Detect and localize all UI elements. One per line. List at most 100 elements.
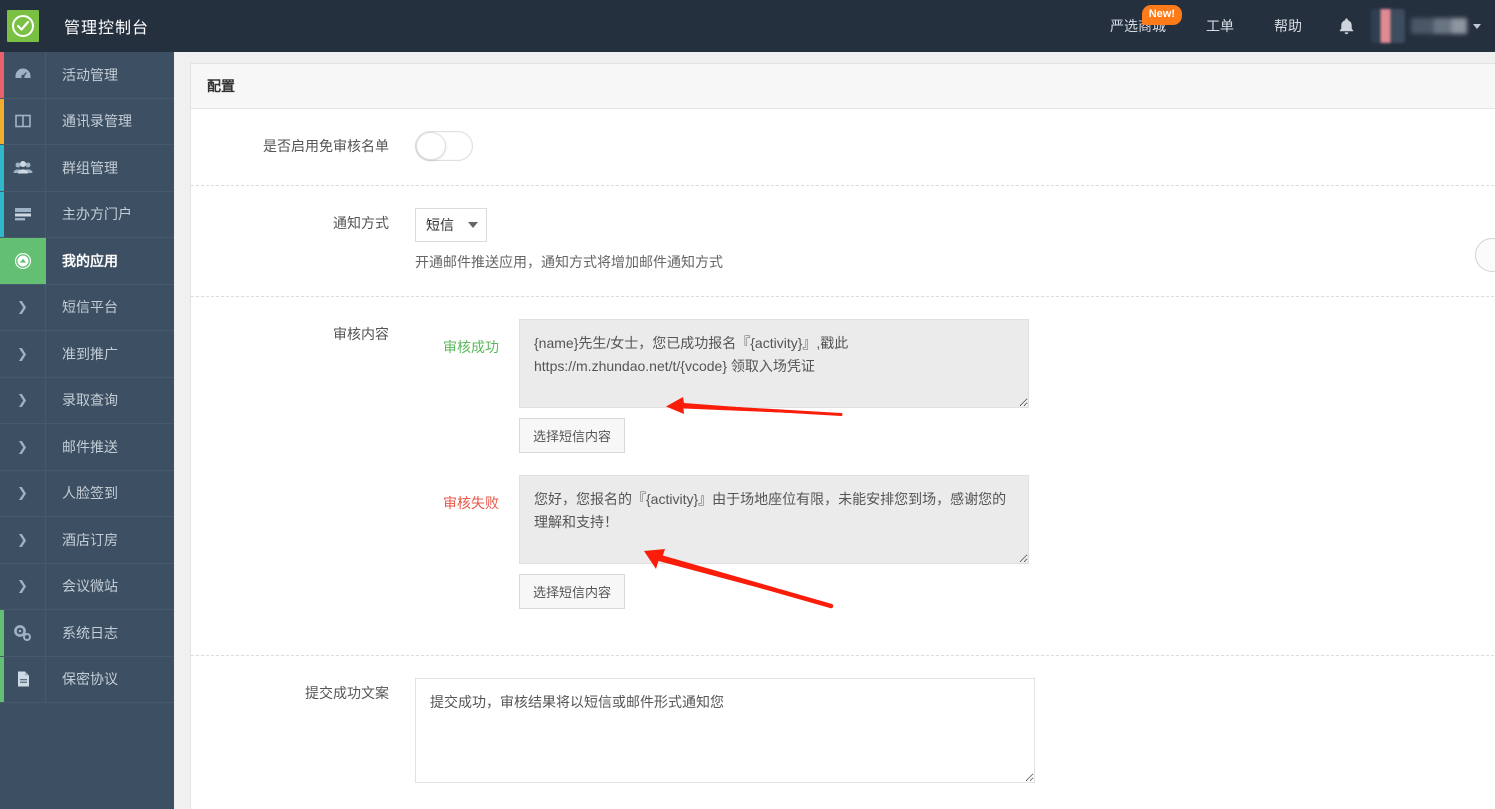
accent-bar <box>0 52 4 98</box>
avatar <box>1371 9 1405 43</box>
notify-method-field: 短信 开通邮件推送应用，通知方式将增加邮件通知方式 <box>415 208 1495 272</box>
accent-bar <box>0 238 4 284</box>
chevron-down-icon <box>468 222 478 228</box>
sidebar-item-organizer-portal[interactable]: 主办方门户 <box>0 191 174 238</box>
sidebar-item-label: 短信平台 <box>62 299 118 316</box>
sidebar-item-label: 录取查询 <box>62 392 118 409</box>
sidebar-item-label: 活动管理 <box>62 66 118 83</box>
sidebar-item-conference-microsite[interactable]: ❯ 会议微站 <box>0 563 174 610</box>
sidebar-item-nda[interactable]: 保密协议 <box>0 656 174 703</box>
sidebar-item-face-checkin[interactable]: ❯ 人脸签到 <box>0 470 174 517</box>
submit-success-field <box>415 678 1495 788</box>
success-pick-sms-button[interactable]: 选择短信内容 <box>519 418 626 453</box>
sidebar-item-label: 会议微站 <box>62 578 118 595</box>
columns-icon <box>0 98 46 144</box>
accent-bar <box>0 610 4 656</box>
app-circle-icon <box>0 238 46 284</box>
sidebar-item-promotion[interactable]: ❯ 准到推广 <box>0 331 174 378</box>
review-fail-group: 审核失败 <box>415 475 1495 564</box>
topnav-label-ticket: 工单 <box>1206 18 1234 34</box>
sidebar-item-label: 主办方门户 <box>62 206 132 223</box>
chevron-right-icon: ❯ <box>0 563 46 609</box>
review-fail-actions: 选择短信内容 <box>415 564 1495 631</box>
sidebar: 活动管理 通讯录管理 群组管理 主办方门户 我的应用 ❯ 短信平台 ❯ 准到推广… <box>0 52 174 809</box>
chevron-right-icon: ❯ <box>0 424 46 470</box>
accent-bar <box>0 656 4 702</box>
brand-title: 管理控制台 <box>64 20 150 37</box>
review-content-field: 审核成功 选择短信内容 审核失败 选择短信内容 <box>415 319 1495 631</box>
new-badge: New! <box>1141 5 1182 25</box>
chevron-right-icon: ❯ <box>0 377 46 423</box>
sidebar-item-activity[interactable]: 活动管理 <box>0 52 174 99</box>
topnav-item-help[interactable]: 帮助 <box>1254 0 1322 52</box>
review-success-label: 审核成功 <box>443 339 499 355</box>
chevron-down-icon <box>1473 23 1481 29</box>
topnav-label-help: 帮助 <box>1274 18 1302 34</box>
row-review-content: 审核内容 审核成功 选择短信内容 审核失败 选择短信内容 <box>191 297 1495 656</box>
row-submit-success-text: 提交成功文案 <box>191 656 1495 809</box>
panel-title: 配置 <box>191 64 1495 109</box>
portal-icon <box>0 191 46 237</box>
notify-method-selected-value: 短信 <box>426 217 454 233</box>
whitelist-label: 是否启用免审核名单 <box>263 138 389 154</box>
whitelist-toggle[interactable] <box>415 131 473 161</box>
sidebar-item-label: 通讯录管理 <box>62 113 132 130</box>
topnav-item-ticket[interactable]: 工单 <box>1186 0 1254 52</box>
sidebar-item-label: 准到推广 <box>62 345 118 362</box>
top-nav: 严选商城 New! 工单 帮助 <box>1090 0 1495 52</box>
notify-method-select[interactable]: 短信 <box>415 208 487 242</box>
content-area: 配置 是否启用免审核名单 通知方式 短信 开通邮件推送应用，通知方式将增加邮件通… <box>174 52 1495 809</box>
notify-method-hint: 开通邮件推送应用，通知方式将增加邮件通知方式 <box>415 254 723 270</box>
sidebar-item-label: 我的应用 <box>62 252 118 269</box>
config-panel: 配置 是否启用免审核名单 通知方式 短信 开通邮件推送应用，通知方式将增加邮件通… <box>190 63 1495 809</box>
notification-bell-button[interactable] <box>1322 0 1371 52</box>
users-icon <box>0 145 46 191</box>
chevron-right-icon: ❯ <box>0 284 46 330</box>
sidebar-item-hotel-booking[interactable]: ❯ 酒店订房 <box>0 517 174 564</box>
top-header-bar: 管理控制台 严选商城 New! 工单 帮助 <box>0 0 1495 52</box>
sidebar-item-my-apps[interactable]: 我的应用 <box>0 238 174 285</box>
accent-bar <box>0 191 4 237</box>
notify-method-label: 通知方式 <box>333 215 389 231</box>
sidebar-item-sms-platform[interactable]: ❯ 短信平台 <box>0 284 174 331</box>
sidebar-item-email-push[interactable]: ❯ 邮件推送 <box>0 424 174 471</box>
submit-success-textarea[interactable] <box>415 678 1035 783</box>
chevron-right-icon: ❯ <box>0 331 46 377</box>
check-circle-logo-icon <box>7 10 39 42</box>
sidebar-item-groups[interactable]: 群组管理 <box>0 145 174 192</box>
document-icon <box>0 656 46 702</box>
sidebar-item-admission-query[interactable]: ❯ 录取查询 <box>0 377 174 424</box>
accent-bar <box>0 98 4 144</box>
row-notify-method: 通知方式 短信 开通邮件推送应用，通知方式将增加邮件通知方式 <box>191 186 1495 297</box>
dashboard-icon <box>0 52 46 98</box>
username-redacted <box>1411 18 1467 34</box>
review-success-actions: 选择短信内容 <box>415 408 1495 475</box>
review-fail-textarea[interactable] <box>519 475 1029 564</box>
sidebar-item-contacts[interactable]: 通讯录管理 <box>0 98 174 145</box>
user-menu[interactable] <box>1371 0 1487 52</box>
review-content-label: 审核内容 <box>333 326 389 342</box>
toggle-knob <box>416 132 446 160</box>
sidebar-item-system-log[interactable]: 系统日志 <box>0 610 174 657</box>
logo-cell[interactable] <box>0 0 46 52</box>
review-success-group: 审核成功 <box>415 319 1495 408</box>
gears-icon <box>0 610 46 656</box>
sidebar-item-label: 系统日志 <box>62 624 118 641</box>
chevron-right-icon: ❯ <box>0 470 46 516</box>
sidebar-item-label: 邮件推送 <box>62 438 118 455</box>
sidebar-item-label: 群组管理 <box>62 159 118 176</box>
sidebar-item-label: 酒店订房 <box>62 531 118 548</box>
sidebar-item-label: 保密协议 <box>62 671 118 688</box>
submit-success-label: 提交成功文案 <box>305 685 389 701</box>
row-whitelist: 是否启用免审核名单 <box>191 109 1495 186</box>
review-fail-label: 审核失败 <box>443 495 499 511</box>
fail-pick-sms-button[interactable]: 选择短信内容 <box>519 574 626 609</box>
whitelist-field <box>415 131 1495 161</box>
accent-bar <box>0 145 4 191</box>
topnav-item-mall[interactable]: 严选商城 New! <box>1090 0 1186 52</box>
chevron-right-icon: ❯ <box>0 517 46 563</box>
review-success-textarea[interactable] <box>519 319 1029 408</box>
sidebar-item-label: 人脸签到 <box>62 485 118 502</box>
header-spacer <box>174 0 1090 52</box>
bell-icon <box>1338 17 1355 36</box>
